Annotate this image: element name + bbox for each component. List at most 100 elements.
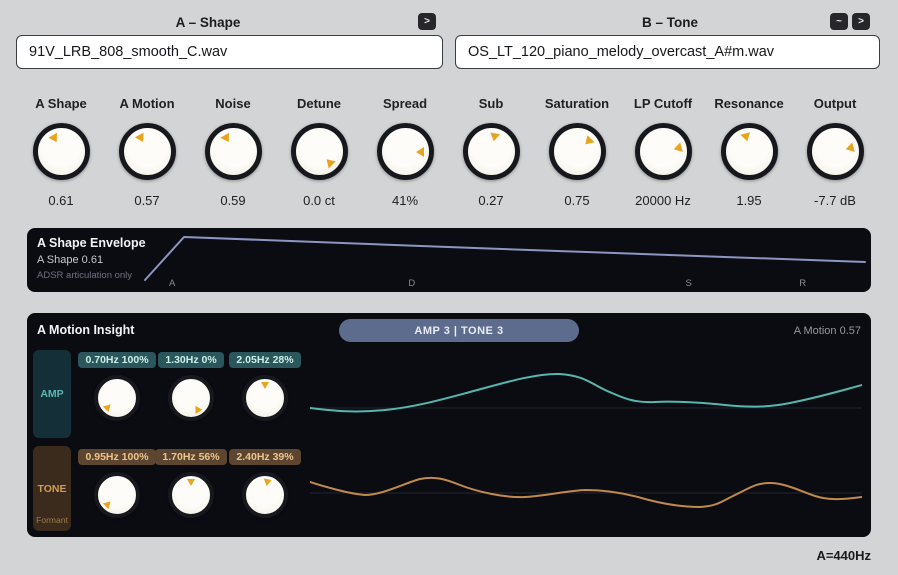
knob-pointer [90, 371, 144, 425]
envelope-marker: S [686, 278, 692, 289]
motion-knob-cell: 1.70Hz 56% [154, 449, 228, 518]
motion-knob-badge: 2.05Hz 28% [229, 352, 300, 368]
knob-pointer [243, 473, 287, 517]
knob-dial[interactable] [635, 123, 692, 180]
knob-value: 0.0 ct [303, 193, 335, 208]
knob-indicator-icon [47, 133, 60, 145]
knob-pointer [286, 118, 352, 184]
knob-value: -7.7 dB [814, 193, 856, 208]
knob-indicator-icon [672, 142, 682, 154]
knob-dial[interactable] [119, 123, 176, 180]
motion-knob-cell: 2.40Hz 39% [228, 449, 302, 518]
knob-value: 41% [392, 193, 418, 208]
envelope-marker: A [169, 278, 175, 289]
motion-knob-dial[interactable] [168, 472, 214, 518]
knob-row: A Shape 0.61 A Motion 0.57 Noise 0.59 De… [18, 96, 878, 208]
knob-cell: Sub 0.27 [448, 96, 534, 208]
knob-dial[interactable] [205, 123, 262, 180]
knob-pointer [720, 123, 778, 181]
knob-cell: Noise 0.59 [190, 96, 276, 208]
knob-label: LP Cutoff [634, 96, 692, 114]
tab-tone[interactable]: TONE Formant [33, 446, 71, 531]
section-b-random-button[interactable]: ~ [830, 13, 848, 30]
motion-knob-dial[interactable] [242, 472, 288, 518]
knob-pointer [382, 128, 429, 175]
knob-indicator-icon [103, 402, 114, 413]
knob-pointer [165, 372, 217, 424]
envelope-marker: D [408, 278, 415, 289]
envelope-markers: ADSR [27, 228, 871, 292]
motion-knob-cell: 2.05Hz 28% [228, 352, 302, 421]
knob-label: Noise [215, 96, 250, 114]
knob-pointer [201, 119, 265, 183]
tab-amp[interactable]: AMP [33, 350, 71, 438]
motion-waveforms [310, 353, 862, 525]
section-a-expand-button[interactable]: > [418, 13, 436, 30]
knob-cell: Resonance 1.95 [706, 96, 792, 208]
envelope-marker: R [799, 278, 806, 289]
knob-value: 0.27 [478, 193, 503, 208]
knob-dial[interactable] [33, 123, 90, 180]
motion-knob-cell: 0.95Hz 100% [80, 449, 154, 518]
knob-cell: Detune 0.0 ct [276, 96, 362, 208]
knob-value: 20000 Hz [635, 193, 691, 208]
motion-panel: A Motion Insight AMP 3 | TONE 3 A Motion… [27, 313, 871, 537]
knob-pointer [172, 476, 210, 514]
plugin-window: A – Shape > B – Tone ~ > A Shape 0.61 A … [0, 0, 898, 575]
knob-indicator-icon [581, 135, 594, 148]
tone-motion-curve [310, 478, 862, 507]
knob-indicator-icon [187, 479, 195, 486]
tone-knob-group: 0.95Hz 100% 1.70Hz 56% 2.40Hz 39% [80, 449, 302, 518]
knob-pointer [115, 120, 179, 184]
knob-label: Sub [479, 96, 504, 114]
knob-value: 0.59 [220, 193, 245, 208]
knob-label: Output [814, 96, 857, 114]
knob-dial[interactable] [721, 123, 778, 180]
knob-value: 0.75 [564, 193, 589, 208]
tuning-reference: A=440Hz [816, 548, 871, 563]
knob-indicator-icon [263, 479, 272, 487]
knob-dial[interactable] [807, 123, 864, 180]
motion-knob-dial[interactable] [242, 375, 288, 421]
motion-knob-dial[interactable] [94, 375, 140, 421]
section-a-title: A – Shape [16, 14, 400, 32]
motion-knob-dial[interactable] [94, 472, 140, 518]
knob-pointer [464, 124, 518, 178]
knob-indicator-icon [103, 499, 114, 510]
knob-cell: A Shape 0.61 [18, 96, 104, 208]
knob-indicator-icon [844, 142, 854, 154]
knob-indicator-icon [192, 404, 202, 414]
amp-motion-curve [310, 374, 862, 412]
motion-knob-cell: 0.70Hz 100% [80, 352, 154, 421]
sample-b-file-field[interactable] [455, 35, 880, 69]
knob-indicator-icon [261, 382, 269, 389]
knob-label: Detune [297, 96, 341, 114]
knob-value: 1.95 [736, 193, 761, 208]
knob-indicator-icon [416, 147, 424, 157]
knob-pointer [29, 119, 93, 183]
motion-knob-badge: 1.30Hz 0% [158, 352, 223, 368]
knob-label: Spread [383, 96, 427, 114]
knob-pointer [246, 379, 284, 417]
knob-value: 0.57 [134, 193, 159, 208]
motion-mode-button[interactable]: AMP 3 | TONE 3 [339, 319, 579, 342]
sample-a-file-field[interactable] [16, 35, 443, 69]
section-b-expand-button[interactable]: > [852, 13, 870, 30]
knob-indicator-icon [488, 132, 499, 142]
knob-value: 0.61 [48, 193, 73, 208]
knob-label: A Shape [35, 96, 87, 114]
motion-knob-dial[interactable] [168, 375, 214, 421]
knob-dial[interactable] [463, 123, 520, 180]
motion-knob-badge: 0.70Hz 100% [78, 352, 155, 368]
knob-pointer [634, 123, 692, 181]
knob-indicator-icon [219, 133, 232, 145]
knob-label: A Motion [119, 96, 174, 114]
knob-dial[interactable] [377, 123, 434, 180]
knob-pointer [544, 118, 610, 184]
knob-dial[interactable] [549, 123, 606, 180]
knob-label: Resonance [714, 96, 783, 114]
envelope-panel: A Shape Envelope A Shape 0.61 ADSR artic… [27, 228, 871, 292]
knob-dial[interactable] [291, 123, 348, 180]
motion-readout: A Motion 0.57 [794, 325, 861, 337]
tab-amp-label: AMP [40, 388, 63, 400]
